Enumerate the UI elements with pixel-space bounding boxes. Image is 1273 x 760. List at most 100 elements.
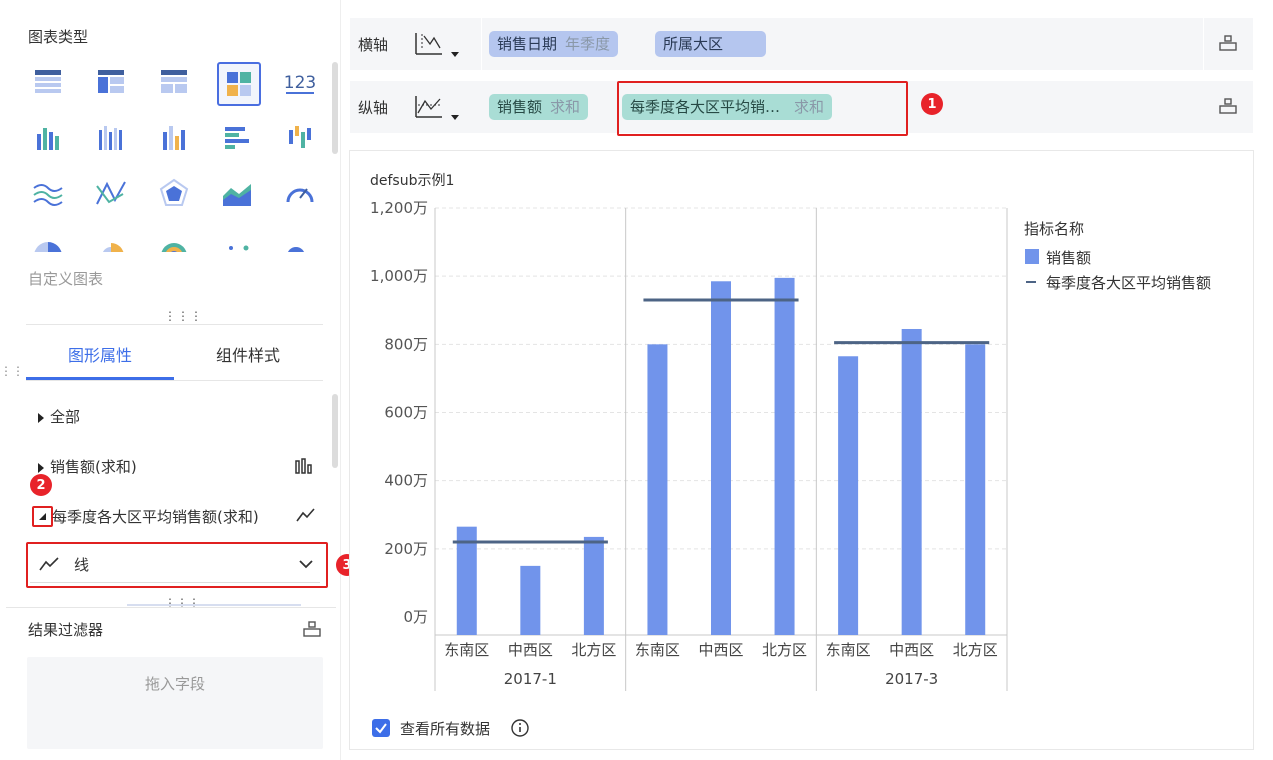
legend-item-sales[interactable]: 销售额: [1046, 249, 1091, 267]
chart-canvas: defsub示例1 指标名称 销售额 每季度各大区平均销售额 0万 200万 400…: [370, 173, 1211, 691]
cross-table-icon-glyph: [161, 70, 187, 93]
property-avg-sales-label[interactable]: 每季度各大区平均销售额(求和): [52, 506, 259, 527]
bar[interactable]: [901, 328, 922, 635]
bar[interactable]: [838, 356, 859, 635]
bar[interactable]: [774, 277, 795, 635]
chart-type-title: 图表类型: [28, 28, 89, 46]
x-tick-label: 北方区: [571, 641, 616, 659]
splitter-line: [127, 604, 301, 606]
y-field-chip-sales[interactable]: 销售额 求和: [489, 94, 589, 120]
y-tick-label: 800万: [384, 335, 428, 353]
legend-item-avg-sales[interactable]: 每季度各大区平均销售额: [1046, 274, 1211, 292]
dashboard-icon-glyph: [227, 72, 251, 96]
collapse-toggle-highlight[interactable]: [32, 506, 53, 527]
y-tick-label: 1,200万: [370, 199, 428, 217]
annotation-badge-1: 1: [921, 93, 943, 115]
shape-select[interactable]: 线: [30, 546, 320, 583]
area-wave-icon-glyph: [33, 184, 63, 206]
rose-pie-icon[interactable]: [91, 230, 131, 252]
property-sales-sum[interactable]: 销售额(求和): [38, 456, 137, 477]
bar[interactable]: [711, 281, 731, 635]
dashboard-icon[interactable]: [217, 62, 261, 106]
group-label: 2017-1: [504, 670, 557, 688]
bubble-icon-glyph: [287, 247, 305, 252]
number-icon-glyph: 123: [284, 73, 316, 94]
column-chart-icon-glyph: [163, 126, 185, 150]
tab-graph-properties[interactable]: 图形属性: [68, 342, 132, 366]
hierarchy-icon[interactable]: [1218, 97, 1238, 115]
splitter-handle-2[interactable]: ⋮⋮⋮: [164, 597, 200, 609]
splitter-handle[interactable]: ⋮⋮⋮: [164, 310, 203, 322]
gauge-icon-glyph: [286, 188, 314, 203]
x-field-chip-date[interactable]: 销售日期 年季度: [489, 31, 619, 57]
radar-icon[interactable]: [154, 174, 194, 214]
property-all-label: 全部: [50, 408, 81, 426]
table-icon[interactable]: [28, 62, 68, 102]
hierarchy-icon[interactable]: [302, 620, 322, 638]
x-axis-row: 横轴 销售日期 年季度 所属大区: [350, 18, 1253, 70]
scatter-icon[interactable]: [217, 230, 257, 252]
legend-title: 指标名称: [1024, 220, 1084, 238]
x-axis-label: 横轴: [358, 36, 389, 54]
property-tabs: 图形属性 组件样式: [26, 330, 323, 381]
drag-handle-icon[interactable]: ⋮⋮: [0, 365, 24, 377]
x-field-chip-region[interactable]: 所属大区: [655, 31, 766, 57]
multi-bar-icon-glyph: [99, 126, 122, 150]
chevron-down-icon: [299, 560, 313, 569]
y-axis-type-icon[interactable]: [412, 93, 462, 123]
grouped-table-icon[interactable]: [91, 62, 131, 102]
properties-scrollbar[interactable]: [332, 394, 338, 468]
left-panel: 图表类型 123 自定义图表 ⋮⋮⋮ 图形属性 组件样式 ⋮⋮ 全部 销售额(求…: [0, 0, 358, 760]
filter-drop-zone[interactable]: 拖入字段: [27, 657, 323, 749]
chart-type-scrollbar[interactable]: [332, 62, 338, 154]
gauge-icon[interactable]: [280, 174, 320, 214]
area-wave-icon[interactable]: [28, 174, 68, 214]
cross-table-icon[interactable]: [154, 62, 194, 102]
x-tick-label: 北方区: [953, 641, 998, 659]
table-icon-glyph: [35, 70, 61, 93]
x-tick-label: 中西区: [508, 641, 553, 659]
info-icon[interactable]: [510, 718, 530, 738]
annotation-badge-2: 2: [30, 474, 52, 496]
bubble-icon[interactable]: [280, 230, 320, 252]
bar[interactable]: [520, 565, 541, 635]
stacked-bar-icon[interactable]: [28, 118, 68, 158]
hierarchy-icon[interactable]: [1218, 34, 1238, 52]
expand-arrow-icon: [38, 412, 44, 423]
y-field-highlight: [617, 81, 908, 136]
divider: [481, 18, 482, 70]
view-all-checkbox[interactable]: [372, 719, 390, 737]
x-tick-label: 东南区: [635, 641, 680, 659]
area-chart-icon[interactable]: [217, 174, 257, 214]
check-icon: [375, 723, 387, 734]
x-axis-type-icon[interactable]: [412, 30, 462, 60]
y-tick-label: 0万: [403, 608, 428, 626]
horizontal-bar-icon[interactable]: [217, 118, 257, 158]
drop-placeholder: 拖入字段: [144, 675, 205, 693]
y-tick-label: 200万: [384, 540, 428, 558]
multi-bar-icon[interactable]: [91, 118, 131, 158]
view-all-label: 查看所有数据: [400, 720, 491, 738]
y-tick-label: 600万: [384, 404, 428, 422]
bar[interactable]: [965, 344, 986, 635]
chart-panel: defsub示例1 指标名称 销售额 每季度各大区平均销售额 0万 200万 400…: [349, 150, 1254, 750]
range-bar-icon[interactable]: [280, 118, 320, 158]
property-all[interactable]: 全部: [38, 406, 80, 427]
number-icon[interactable]: 123: [280, 62, 320, 102]
line-shape-icon: [39, 557, 59, 571]
collapse-arrow-icon: [39, 513, 46, 520]
bar[interactable]: [647, 344, 668, 635]
pie-icon[interactable]: [28, 230, 68, 252]
divider: [1203, 18, 1204, 70]
svg-text:123: 123: [284, 73, 316, 93]
x-tick-label: 东南区: [444, 641, 489, 659]
custom-chart-label[interactable]: 自定义图表: [28, 268, 103, 289]
column-chart-icon[interactable]: [154, 118, 194, 158]
x-tick-label: 东南区: [826, 641, 871, 659]
line-chart-icon: [296, 508, 315, 522]
sunburst-icon[interactable]: [154, 230, 194, 252]
tab-component-style[interactable]: 组件样式: [216, 342, 280, 366]
active-tab-indicator: [26, 377, 174, 380]
bar[interactable]: [583, 536, 604, 635]
cross-line-icon[interactable]: [91, 174, 131, 214]
